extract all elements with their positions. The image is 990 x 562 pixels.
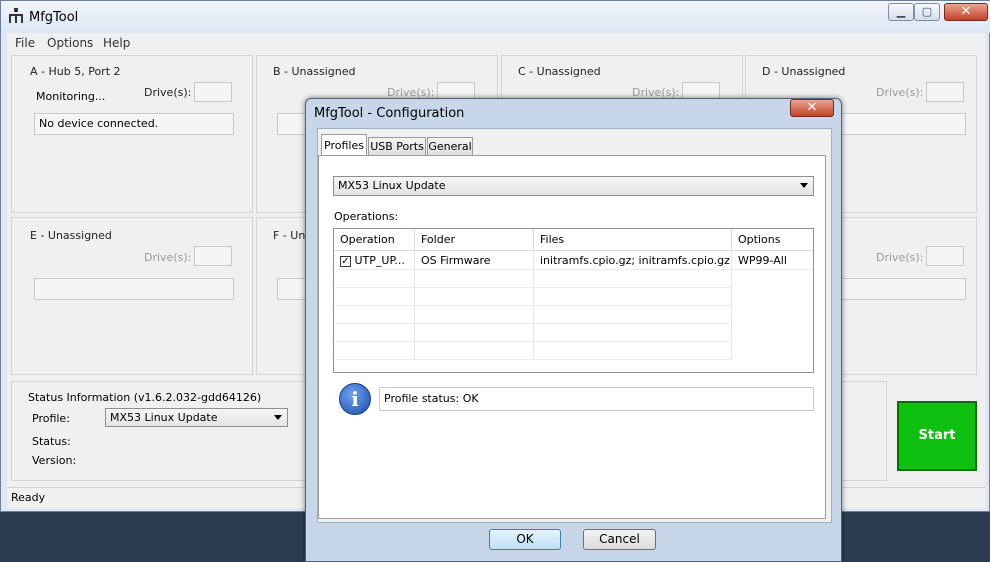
- empty-cell: [334, 342, 415, 360]
- profile-status-box: Profile status: OK: [379, 387, 814, 411]
- menu-file[interactable]: File: [15, 36, 35, 50]
- profile-select[interactable]: MX53 Linux Update: [105, 408, 288, 427]
- tab-general[interactable]: General: [427, 137, 473, 157]
- app-icon: [8, 8, 24, 24]
- empty-cell: [534, 270, 732, 288]
- folder-cell: OS Firmware: [415, 252, 534, 270]
- panel-d-title: D - Unassigned: [762, 65, 846, 78]
- drives-label: Drive(s):: [144, 251, 192, 264]
- column-header-folder[interactable]: Folder: [415, 229, 534, 251]
- monitoring-label: Monitoring...: [36, 90, 106, 103]
- empty-cell: [415, 324, 534, 342]
- empty-cell: [415, 306, 534, 324]
- panel-e: E - Unassigned Drive(s):: [11, 217, 253, 375]
- empty-cell: [334, 288, 415, 306]
- window-title: MfgTool: [29, 10, 79, 25]
- drives-label: Drive(s):: [876, 86, 924, 99]
- empty-cell: [534, 342, 732, 360]
- menu-options[interactable]: Options: [47, 36, 93, 50]
- row-checkbox[interactable]: ✓: [340, 255, 351, 267]
- operation-value: UTP_UP...: [354, 254, 405, 267]
- maximize-button[interactable]: ▢: [914, 3, 940, 21]
- close-button[interactable]: ✕: [944, 3, 988, 21]
- panel-b-title: B - Unassigned: [273, 65, 356, 78]
- start-button[interactable]: Start: [897, 401, 977, 471]
- panel-e-title: E - Unassigned: [30, 229, 112, 242]
- menu-bar: File Options Help: [7, 33, 985, 54]
- files-cell: initramfs.cpio.gz; initramfs.cpio.gz....: [534, 252, 732, 270]
- drives-box: [194, 246, 232, 266]
- device-status: No device connected.: [34, 113, 234, 135]
- empty-cell: [334, 306, 415, 324]
- version-label: Version:: [32, 454, 77, 467]
- empty-cell: [334, 270, 415, 288]
- panel-c-title: C - Unassigned: [518, 65, 601, 78]
- operations-table: Operation Folder Files Options ✓ UTP_UP.…: [333, 228, 814, 373]
- empty-cell: [534, 306, 732, 324]
- options-cell: WP99-All: [732, 252, 813, 270]
- column-header-options[interactable]: Options: [732, 229, 813, 251]
- title-bar: MfgTool ▁ ▢ ✕: [1, 1, 990, 33]
- empty-cell: [415, 288, 534, 306]
- column-header-operation[interactable]: Operation: [334, 229, 415, 251]
- empty-cell: [415, 342, 534, 360]
- minimize-button[interactable]: ▁: [888, 3, 914, 21]
- panel-a: A - Hub 5, Port 2 Monitoring... Drive(s)…: [11, 55, 253, 213]
- drives-box: [194, 82, 232, 102]
- empty-cell: [534, 324, 732, 342]
- chevron-down-icon: [800, 183, 808, 188]
- profile-select-value: MX53 Linux Update: [110, 411, 218, 424]
- profile-label: Profile:: [32, 412, 70, 425]
- panel-a-title: A - Hub 5, Port 2: [30, 65, 121, 78]
- status-label: Status:: [32, 435, 71, 448]
- info-icon: i: [339, 383, 371, 415]
- ok-button[interactable]: OK: [489, 529, 561, 550]
- dialog-title: MfgTool - Configuration: [314, 106, 465, 121]
- column-header-files[interactable]: Files: [534, 229, 732, 251]
- drives-box: [926, 82, 964, 102]
- menu-help[interactable]: Help: [103, 36, 130, 50]
- status-bar-text: Ready: [11, 491, 46, 504]
- dialog-profile-select-value: MX53 Linux Update: [338, 179, 446, 192]
- cancel-button[interactable]: Cancel: [583, 529, 656, 550]
- tab-usb-ports[interactable]: USB Ports: [368, 137, 426, 157]
- empty-cell: [415, 270, 534, 288]
- dialog-close-button[interactable]: ✕: [790, 99, 834, 117]
- drives-label: Drive(s):: [144, 86, 192, 99]
- empty-cell: [534, 288, 732, 306]
- operations-label: Operations:: [334, 210, 399, 223]
- drives-label: Drive(s):: [876, 251, 924, 264]
- device-status: [34, 278, 234, 300]
- chevron-down-icon: [274, 415, 282, 420]
- dialog-profile-select[interactable]: MX53 Linux Update: [333, 176, 814, 196]
- empty-cell: [334, 324, 415, 342]
- table-row-operation-cell[interactable]: ✓ UTP_UP...: [334, 252, 415, 270]
- status-info-title: Status Information (v1.6.2.032-gdd64126): [28, 391, 262, 404]
- drives-box: [926, 246, 964, 266]
